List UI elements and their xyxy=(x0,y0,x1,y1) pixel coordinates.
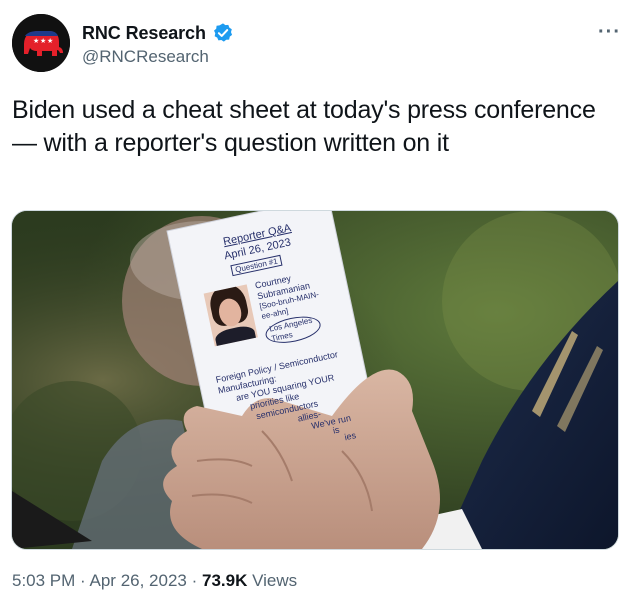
tweet-text: Biden used a cheat sheet at today's pres… xyxy=(12,96,596,157)
svg-text:★: ★ xyxy=(40,37,46,45)
views-count[interactable]: 73.9K xyxy=(202,571,247,590)
views-label: Views xyxy=(252,571,298,590)
question-line: is xyxy=(331,424,341,436)
tweet: ★ ★ ★ RNC Research @RNCResearch ··· Bide… xyxy=(0,0,643,608)
gop-elephant-icon: ★ ★ ★ xyxy=(12,14,70,72)
meta-separator: · xyxy=(80,571,86,590)
more-options-icon[interactable]: ··· xyxy=(598,22,621,42)
tweet-photo[interactable]: Reporter Q&A April 26, 2023 Question #1 … xyxy=(11,210,619,550)
author-handle[interactable]: @RNCResearch xyxy=(82,47,209,67)
svg-text:★: ★ xyxy=(47,37,53,45)
reporter-photo xyxy=(203,284,258,347)
author-name[interactable]: RNC Research xyxy=(82,23,206,44)
verified-badge-icon[interactable] xyxy=(212,22,234,44)
author-avatar[interactable]: ★ ★ ★ xyxy=(12,14,70,72)
meta-separator: · xyxy=(191,571,198,590)
tweet-date[interactable]: Apr 26, 2023 xyxy=(90,571,187,590)
svg-text:★: ★ xyxy=(33,37,39,45)
author-name-row[interactable]: RNC Research xyxy=(82,22,234,44)
tweet-time[interactable]: 5:03 PM xyxy=(12,571,75,590)
tweet-meta: 5:03 PM · Apr 26, 2023 · 73.9K Views xyxy=(12,571,297,591)
